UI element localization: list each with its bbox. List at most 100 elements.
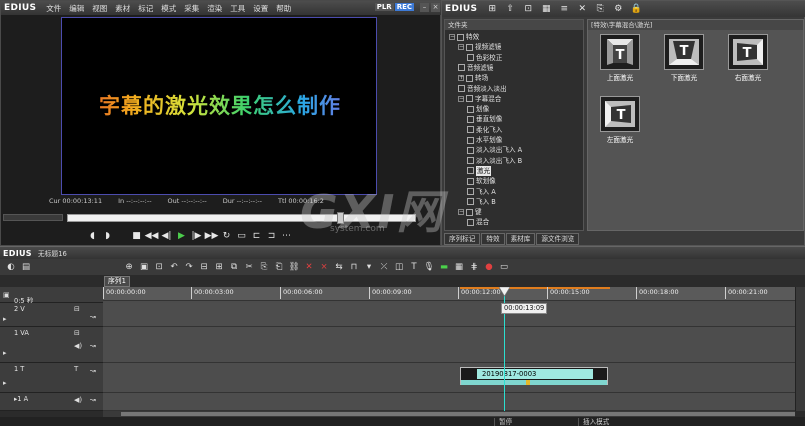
collapse-icon[interactable]: − (458, 44, 464, 51)
track-1t[interactable] (103, 363, 795, 393)
tree-item[interactable]: 垂直划像 (467, 114, 502, 124)
track-sync-icon[interactable]: ↝ (90, 396, 96, 404)
properties-icon[interactable]: ⚙ (611, 3, 625, 15)
ripple-delete-icon[interactable]: ⨯ (317, 261, 331, 273)
tab-bin[interactable]: 素材库 (505, 233, 536, 245)
collapse-icon[interactable]: − (458, 95, 464, 102)
group-icon[interactable]: ◫ (392, 261, 406, 273)
fast-forward-icon[interactable]: ▶▶ (204, 230, 219, 243)
menu-clip[interactable]: 素材 (111, 3, 134, 14)
timeline-ruler[interactable]: 00:00:00:00 00:00:03:00 00:00:06:00 00:0… (103, 287, 795, 301)
open-project-icon[interactable]: ▣ (137, 261, 151, 273)
marker-icon[interactable]: ▾ (362, 261, 376, 273)
save-project-icon[interactable]: ⊡ (152, 261, 166, 273)
copy-icon[interactable]: ⎘ (593, 3, 607, 15)
tree-item[interactable]: 飞入 A (467, 187, 496, 197)
mode-switch-icon[interactable]: ◐ (4, 261, 18, 273)
expand-icon[interactable]: ▸ (3, 349, 7, 357)
delete-icon[interactable]: ✕ (575, 3, 589, 15)
set-out-icon[interactable]: ◗ (100, 230, 115, 243)
close-icon[interactable]: × (431, 3, 440, 12)
expand-icon[interactable]: ▸ (3, 315, 7, 323)
tree-item[interactable]: − 字幕混合 (458, 94, 501, 104)
insert-mode-icon[interactable]: ⊟ (197, 261, 211, 273)
title-clip[interactable]: 20190817-0003 (460, 367, 608, 385)
expand-icon[interactable]: + (458, 75, 464, 82)
overwrite-mode-icon[interactable]: ⊞ (212, 261, 226, 273)
grid-icon[interactable]: ⋕ (467, 261, 481, 273)
video-mute-icon[interactable]: ⊟ (74, 305, 80, 313)
microphone-icon[interactable]: 🎙 (422, 261, 436, 273)
play-icon[interactable]: ▶ (174, 230, 189, 243)
track-2v[interactable] (103, 303, 795, 327)
lock-icon[interactable]: ▣ (3, 291, 10, 299)
horizontal-scroll-thumb[interactable] (121, 412, 795, 416)
tab-sequence-markers[interactable]: 序列标记 (444, 233, 481, 245)
track-1va[interactable] (103, 327, 795, 363)
plr-button[interactable]: PLR (374, 3, 394, 11)
new-folder-icon[interactable]: ⊡ (521, 3, 535, 15)
ripple-icon[interactable]: ⧉ (227, 261, 241, 273)
vertical-scrollbar[interactable] (795, 287, 805, 411)
video-mute-icon[interactable]: ⊟ (74, 329, 80, 337)
effect-thumb-left-laser[interactable]: T 左面激光 (600, 96, 640, 144)
track-sync-icon[interactable]: ↝ (90, 342, 96, 350)
playback-around-icon[interactable]: ▭ (234, 230, 249, 243)
tree-item[interactable]: 淡入淡出飞入 B (467, 156, 522, 166)
shuttle-slider[interactable] (3, 214, 63, 221)
expand-icon[interactable]: ▸ (3, 379, 7, 387)
step-forward-icon[interactable]: |▶ (189, 230, 204, 243)
menu-mode[interactable]: 模式 (157, 3, 180, 14)
effect-thumb-top-laser[interactable]: T 上面激光 (600, 34, 640, 82)
speaker-icon[interactable]: ◀) (74, 342, 82, 350)
alignment-icon[interactable]: ≡ (557, 3, 571, 15)
stop-icon[interactable]: ■ (129, 230, 144, 243)
tree-item[interactable]: 音频滤镜 (458, 63, 493, 73)
menu-settings[interactable]: 设置 (249, 3, 272, 14)
menu-help[interactable]: 帮助 (272, 3, 295, 14)
tree-item[interactable]: 色彩校正 (467, 53, 502, 63)
export-icon[interactable]: ▭ (497, 261, 511, 273)
tree-item[interactable]: 柔化飞入 (467, 125, 502, 135)
tree-item[interactable]: − 视频滤镜 (458, 42, 501, 52)
menu-tools[interactable]: 工具 (226, 3, 249, 14)
tree-item[interactable]: 音频淡入淡出 (458, 84, 507, 94)
minimize-icon[interactable]: – (420, 3, 429, 12)
redo-icon[interactable]: ↷ (182, 261, 196, 273)
step-back-icon[interactable]: ◀| (159, 230, 174, 243)
link-icon[interactable]: ⛓ (287, 261, 301, 273)
more-icon[interactable]: ⋯ (279, 230, 294, 243)
effect-thumb-bottom-laser[interactable]: T 下面激光 (664, 34, 704, 82)
menu-view[interactable]: 视图 (88, 3, 111, 14)
copy-icon[interactable]: ⎘ (257, 261, 271, 273)
add-cut-icon[interactable]: ⤫ (377, 261, 391, 273)
speaker-icon[interactable]: ◀) (74, 396, 82, 404)
record-icon[interactable]: ● (482, 261, 496, 273)
effect-thumb-right-laser[interactable]: T 右面激光 (728, 34, 768, 82)
tree-item[interactable]: 激光 (467, 165, 492, 176)
loop-icon[interactable]: ↻ (219, 230, 234, 243)
delete-icon[interactable]: ✕ (302, 261, 316, 273)
new-sequence-icon[interactable]: ⊕ (122, 261, 136, 273)
title-icon[interactable]: T (407, 261, 421, 273)
mixer-icon[interactable]: ▬ (437, 261, 451, 273)
tree-item[interactable]: 淡入淡出飞入 A (467, 145, 522, 155)
clip-mixer-band[interactable] (461, 380, 607, 385)
track-1a[interactable] (103, 393, 795, 411)
tree-item[interactable]: 划像 (467, 104, 489, 114)
tree-item[interactable]: + 转场 (458, 73, 488, 83)
rewind-icon[interactable]: ◀◀ (144, 230, 159, 243)
track-area[interactable]: 00:00:00:00 00:00:03:00 00:00:06:00 00:0… (103, 287, 795, 411)
tree-item[interactable]: 飞入 B (467, 197, 496, 207)
tree-item[interactable]: 水平划像 (467, 135, 502, 145)
cut-icon[interactable]: ✂ (242, 261, 256, 273)
tree-item[interactable]: − 键 (458, 207, 482, 217)
lock-icon[interactable]: 🔒 (629, 3, 643, 15)
render-icon[interactable]: ▦ (452, 261, 466, 273)
rec-button[interactable]: REC (394, 3, 414, 11)
tree-item[interactable]: 混合 (467, 217, 489, 227)
menu-capture[interactable]: 采集 (180, 3, 203, 14)
menu-file[interactable]: 文件 (42, 3, 65, 14)
sync-icon[interactable]: ⇆ (332, 261, 346, 273)
tree-toggle-icon[interactable]: ⊞ (485, 3, 499, 15)
